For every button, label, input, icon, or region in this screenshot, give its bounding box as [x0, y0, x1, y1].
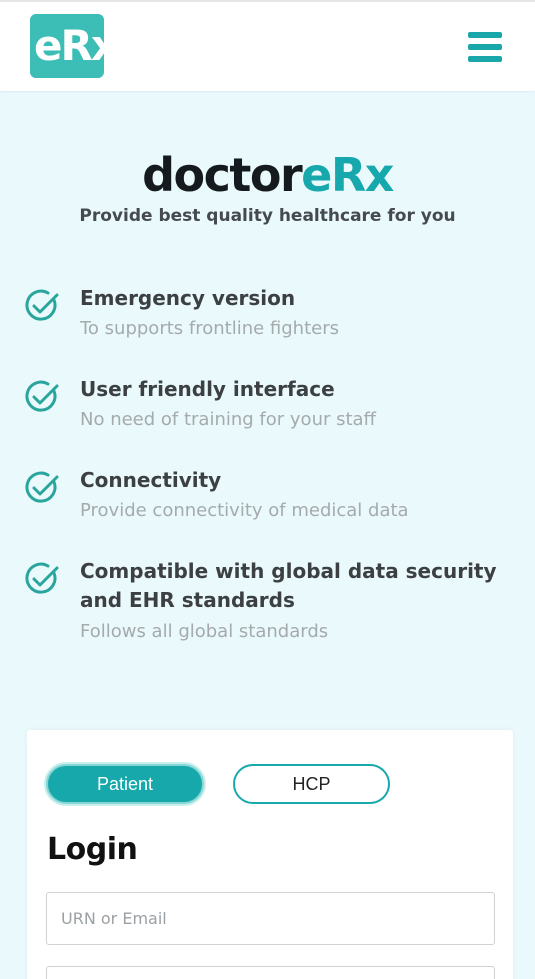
password-input[interactable] [46, 966, 495, 979]
feature-title: User friendly interface [80, 377, 335, 401]
top-header: eRx [0, 0, 535, 91]
feature-subtitle: To supports frontline fighters [80, 318, 339, 339]
brand-name-dark: doctor [142, 148, 303, 202]
tab-patient[interactable]: Patient [46, 764, 204, 804]
check-circle-icon [25, 289, 59, 321]
tab-hcp[interactable]: HCP [233, 764, 390, 804]
feature-title: Compatible with global data security and… [80, 559, 497, 612]
hamburger-menu-icon[interactable] [468, 32, 504, 62]
feature-item: Emergency version To supports frontline … [24, 284, 514, 344]
feature-title: Connectivity [80, 468, 222, 492]
tagline: Provide best quality healthcare for you [79, 206, 456, 226]
brand-name-teal: eRx [301, 148, 394, 202]
urn-email-input[interactable] [46, 892, 495, 945]
feature-subtitle: No need of training for your staff [80, 409, 376, 430]
check-circle-icon [25, 471, 59, 503]
feature-title: Emergency version [80, 286, 296, 310]
feature-subtitle: Provide connectivity of medical data [80, 500, 409, 521]
brand-title: doctoreRx [0, 145, 535, 205]
feature-item: User friendly interface No need of train… [24, 375, 514, 435]
login-card: Patient HCP Login [27, 730, 513, 979]
feature-item: Connectivity Provide connectivity of med… [24, 466, 514, 526]
check-circle-icon [25, 562, 59, 594]
feature-item: Compatible with global data security and… [24, 557, 514, 649]
check-circle-icon [25, 380, 59, 412]
feature-subtitle: Follows all global standards [80, 621, 329, 642]
login-heading: Login [47, 832, 138, 867]
logo-text: eRx [34, 21, 118, 70]
erx-logo[interactable]: eRx [30, 14, 118, 80]
